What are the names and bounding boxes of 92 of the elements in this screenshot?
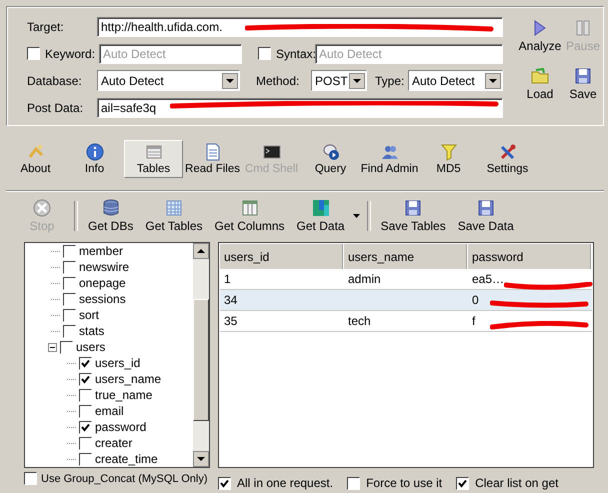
tree-item[interactable]: users_id [95, 356, 140, 370]
tab[interactable]: Info [65, 140, 124, 178]
tab[interactable]: Settings [478, 140, 537, 178]
method-label: Method: [256, 74, 300, 88]
checkbox[interactable] [27, 47, 40, 60]
tree-item[interactable]: create_time [95, 452, 158, 466]
sparkle-icon [26, 143, 44, 161]
table-row[interactable]: 35 tech f [220, 311, 592, 332]
tree-item[interactable]: users_name [95, 372, 162, 386]
folder-icon [531, 67, 549, 85]
checkbox[interactable] [347, 476, 360, 490]
floppy-icon [404, 199, 422, 217]
toolbar-button[interactable]: Save Data [452, 197, 520, 235]
table-cell-text: f [471, 313, 476, 330]
tab[interactable]: Read Files [183, 140, 242, 178]
keyword-field[interactable]: Auto Detect [99, 44, 242, 64]
floppy-icon [476, 199, 495, 217]
syntax-label: Syntax: [276, 46, 316, 60]
column-header[interactable]: users_id [220, 244, 344, 269]
table-icon [144, 143, 162, 161]
tab[interactable]: Find Admin [360, 140, 419, 178]
database-icon [102, 199, 120, 217]
toolbar-button[interactable]: Get DBs [82, 197, 140, 235]
toolbar-button[interactable]: Get Data [290, 197, 351, 235]
scrollbar[interactable] [193, 243, 209, 467]
analyze-button[interactable]: Analyze [517, 18, 563, 58]
scroll-down-icon [193, 451, 209, 467]
tree-item[interactable]: member [79, 244, 124, 258]
caret-icon [353, 214, 360, 218]
table-cell-text: tech [347, 313, 372, 330]
columns-icon [240, 199, 259, 217]
database-select[interactable]: Auto Detect [97, 70, 240, 91]
column-header[interactable]: users_name [344, 244, 468, 269]
pause-icon [574, 19, 592, 37]
tree-item[interactable]: newswire [79, 260, 130, 274]
database-label: Database: [27, 74, 83, 88]
tree-item[interactable]: password [95, 420, 146, 434]
scroll-up-icon [193, 243, 209, 259]
keyword-label: Keyword: [45, 46, 96, 60]
terminal-icon [262, 143, 280, 161]
checkbox[interactable] [79, 452, 92, 466]
document-icon [204, 143, 222, 161]
tree-item[interactable]: email [95, 404, 124, 418]
tab[interactable]: About [6, 140, 65, 178]
type-select[interactable]: Auto Detect [408, 70, 503, 91]
tree-item[interactable]: true_name [95, 388, 152, 402]
load-button[interactable]: Load [517, 66, 563, 106]
checkbox[interactable] [24, 472, 37, 485]
option-label: Force to use it [366, 476, 442, 490]
option-label: All in one request. [237, 476, 334, 490]
tab[interactable]: MD5 [419, 140, 478, 178]
table-cell-text: 34 [223, 292, 238, 309]
type-label: Type: [375, 74, 406, 88]
floppy-icon [574, 67, 592, 85]
table-cell-text: 1 [223, 271, 232, 288]
table-cell-text: 35 [223, 313, 238, 330]
tools-icon [498, 143, 516, 161]
tree-item[interactable]: sort [79, 308, 100, 322]
grid-icon [164, 199, 183, 217]
data-grid-icon [312, 199, 330, 217]
post-data-label: Post Data: [27, 100, 84, 114]
checkbox[interactable] [218, 476, 231, 490]
toolbar-button[interactable]: Get Tables [139, 197, 209, 235]
table-row[interactable]: 34 0 [220, 290, 592, 311]
table-cell-text: ea5… [471, 271, 506, 288]
method-select[interactable]: POST [311, 70, 367, 91]
checkbox[interactable] [456, 476, 470, 490]
table-cell-text: admin [347, 271, 382, 288]
minus-icon [48, 342, 57, 352]
syntax-field[interactable]: Auto Detect [315, 44, 503, 64]
save-button[interactable]: Save [563, 66, 603, 106]
users-icon [380, 143, 398, 161]
scroll-thumb[interactable] [193, 299, 209, 421]
collapse-toggle[interactable] [48, 342, 57, 352]
tab[interactable]: Query [301, 140, 360, 178]
checkbox[interactable] [258, 47, 271, 60]
tree-item[interactable]: creater [95, 436, 132, 450]
group-concat-label: Use Group_Concat (MySQL Only) [41, 472, 208, 484]
query-icon [322, 143, 340, 161]
stop-icon [33, 199, 51, 217]
tree-item[interactable]: users [76, 340, 106, 354]
column-header[interactable]: password [468, 244, 592, 269]
table-cell-text: 0 [471, 292, 480, 309]
tree-item[interactable]: sessions [79, 292, 126, 306]
tree-item[interactable]: onepage [79, 276, 126, 290]
toolbar-button[interactable]: Save Tables [374, 197, 452, 235]
toolbar-button[interactable]: Get Columns [208, 197, 291, 235]
option-label: Clear list on get [475, 476, 558, 490]
tab[interactable]: Tables [124, 140, 183, 178]
tree-item[interactable]: stats [79, 324, 104, 338]
info-icon [86, 143, 104, 161]
target-label: Target: [27, 20, 65, 34]
